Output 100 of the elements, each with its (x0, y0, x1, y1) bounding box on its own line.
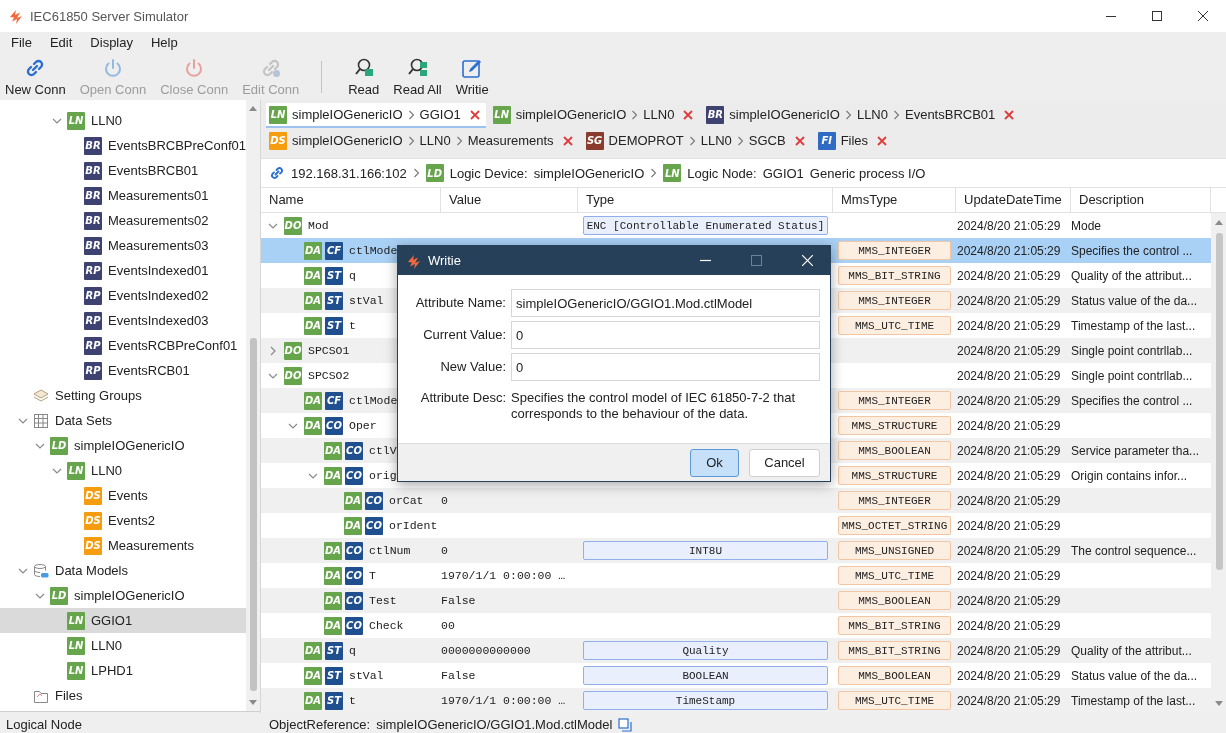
attribute-description: Single point contrllab... (1071, 343, 1193, 358)
node-name: ctlNum (369, 544, 411, 557)
update-time: 2024/8/20 21:05:29 (956, 368, 1061, 383)
attribute-description: Origin contains infor... (1071, 468, 1188, 483)
node-name: stVal (349, 669, 384, 682)
type-badge: ST (325, 266, 343, 285)
update-time: 2024/8/20 21:05:29 (956, 343, 1061, 358)
type-badge: CO (345, 466, 363, 485)
type-badge: LD (50, 586, 68, 605)
node-name: Check (369, 619, 404, 632)
type-badge: CO (365, 516, 383, 535)
update-time: 2024/8/20 21:05:29 (956, 668, 1061, 683)
mms-type-tag: MMS_BIT_STRING (838, 266, 951, 285)
type-badge: LN (67, 636, 85, 655)
update-time: 2024/8/20 21:05:29 (956, 543, 1061, 558)
node-name: q (349, 644, 356, 657)
type-badge: DA (304, 641, 322, 660)
type-badge: BR (706, 105, 725, 124)
type-badge: ST (325, 316, 343, 335)
node-name: ctlMode (349, 394, 398, 407)
attribute-value: 0000000000000 (441, 644, 531, 657)
update-time: 2024/8/20 21:05:29 (956, 468, 1061, 483)
node-name: Oper (349, 419, 377, 432)
update-time: 2024/8/20 21:05:29 (956, 318, 1061, 333)
type-badge: CO (325, 416, 343, 435)
type-badge: CF (325, 391, 343, 410)
field-label: Attribute Desc: (419, 389, 506, 407)
type-badge: DO (284, 366, 302, 385)
update-time: 2024/8/20 21:05:29 (956, 518, 1061, 533)
type-badge: RP (84, 286, 102, 305)
type-badge: FI (817, 131, 836, 150)
type-badge: DA (344, 491, 362, 510)
type-badge: DA (324, 541, 342, 560)
mms-type-tag: MMS_STRUCTURE (838, 416, 951, 435)
type-badge: LN (492, 105, 511, 124)
type-badge: DS (84, 486, 102, 505)
attribute-value: False (441, 594, 476, 607)
type-badge: LN (67, 461, 85, 480)
update-time: 2024/8/20 21:05:29 (956, 593, 1061, 608)
attribute-description: Status value of the da... (1071, 293, 1198, 308)
node-name: Test (369, 594, 397, 607)
node-name: ctlV (369, 444, 397, 457)
type-badge: ST (325, 291, 343, 310)
type-badge: LN (663, 164, 682, 182)
type-badge: DA (324, 591, 342, 610)
attribute-value: 0 (441, 494, 448, 507)
type-badge: LN (67, 611, 85, 630)
node-name: SPCSO2 (308, 369, 350, 382)
crumb-label: Logic Node: (687, 165, 757, 181)
field-label: Attribute Name: (414, 294, 506, 312)
type-badge: DA (324, 566, 342, 585)
attribute-description: Service parameter tha... (1071, 443, 1200, 458)
attribute-value: 1970/1/1 0:00:00 … (441, 569, 566, 582)
type-badge: DO (284, 216, 302, 235)
node-name: orig (369, 469, 397, 482)
type-badge: DS (269, 131, 287, 150)
node-name: q (349, 269, 356, 282)
status-label: ObjectReference: (269, 717, 371, 732)
attribute-description: Specifies the control ... (1071, 243, 1193, 258)
crumb-value: simpleIOGenericIO (533, 165, 645, 181)
node-name: orCat (389, 494, 424, 507)
type-badge: LN (67, 111, 85, 130)
mms-type-tag: MMS_BOOLEAN (838, 666, 951, 685)
type-badge: BR (84, 186, 102, 205)
type-badge: DA (344, 516, 362, 535)
attribute-description: Mode (1071, 218, 1102, 233)
update-time: 2024/8/20 21:05:29 (956, 243, 1061, 258)
attribute-value: 1970/1/1 0:00:00 … (441, 694, 566, 707)
mms-type-tag: MMS_INTEGER (838, 391, 951, 410)
type-tag: Quality (583, 641, 828, 660)
mms-type-tag: MMS_INTEGER (838, 241, 951, 260)
type-badge: DA (304, 291, 322, 310)
type-badge: LN (269, 105, 287, 124)
attribute-description: The control sequence... (1071, 543, 1197, 558)
type-badge: RP (84, 336, 102, 355)
update-time: 2024/8/20 21:05:29 (956, 568, 1061, 583)
type-badge: RP (84, 261, 102, 280)
window-title: IEC61850 Server Simulator (30, 8, 189, 24)
type-tag: BOOLEAN (583, 666, 828, 685)
type-tag: ENC [Controllable Enumerated Status] (583, 216, 828, 235)
mms-type-tag: MMS_UTC_TIME (838, 316, 951, 335)
node-name: ctlMode (349, 244, 398, 257)
attribute-value: 0 (441, 544, 448, 557)
type-badge: RP (84, 311, 102, 330)
type-badge: BR (84, 211, 102, 230)
update-time: 2024/8/20 21:05:29 (956, 393, 1061, 408)
node-name: T (369, 569, 376, 582)
type-badge: DS (84, 536, 102, 555)
attribute-description: Single point contrllab... (1071, 368, 1193, 383)
update-time: 2024/8/20 21:05:29 (956, 418, 1061, 433)
type-badge: ST (325, 691, 343, 710)
type-badge: DA (324, 466, 342, 485)
mms-type-tag: MMS_STRUCTURE (838, 466, 951, 485)
update-time: 2024/8/20 21:05:29 (956, 493, 1061, 508)
field-label: Current Value: (422, 326, 506, 344)
type-badge: DA (304, 316, 322, 335)
mms-type-tag: MMS_BOOLEAN (838, 591, 951, 610)
update-time: 2024/8/20 21:05:29 (956, 443, 1061, 458)
mms-type-tag: MMS_INTEGER (838, 491, 951, 510)
mms-type-tag: MMS_UNSIGNED (838, 541, 951, 560)
